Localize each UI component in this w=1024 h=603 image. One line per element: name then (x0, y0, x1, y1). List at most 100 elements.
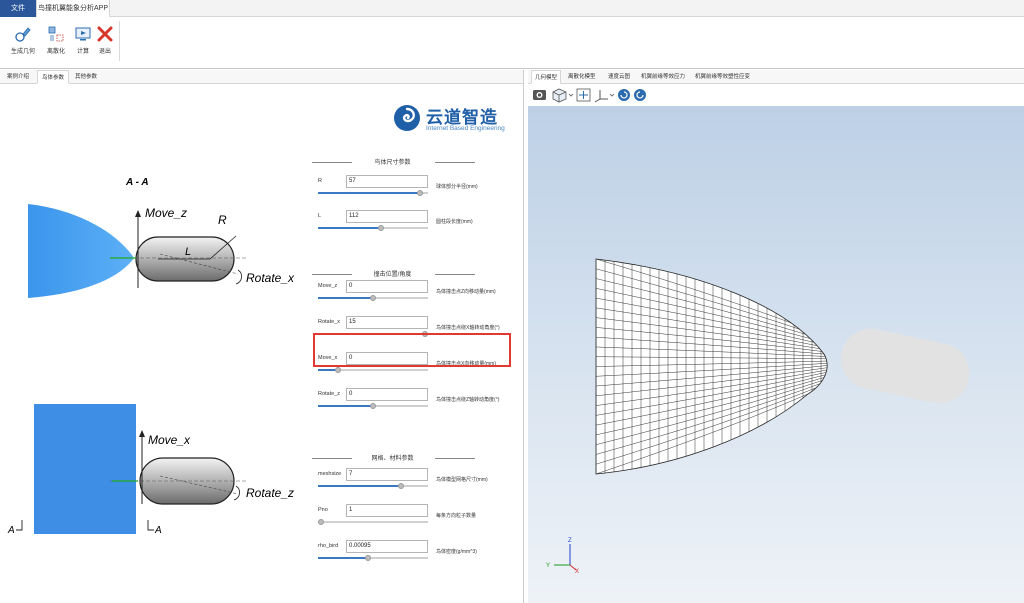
chevron-down-icon[interactable] (568, 93, 574, 97)
rotate-right-icon[interactable] (634, 89, 646, 101)
tab-discrete-model[interactable]: 离散化模型 (565, 70, 599, 84)
mesh-section-header: 网格、材料参数 (310, 453, 475, 463)
company-logo: 云道智造 Internet Based Engineering (392, 101, 522, 137)
slider-fill (318, 192, 421, 194)
param-slider[interactable] (318, 403, 428, 409)
param-input-meshsize[interactable]: 7 (346, 468, 428, 481)
param-slider[interactable] (318, 555, 428, 561)
slider-knob[interactable] (370, 403, 376, 409)
axes-orientation-icon[interactable] (594, 90, 608, 103)
camera-icon[interactable] (533, 90, 546, 100)
axis-x-label: X (575, 569, 579, 575)
slider-knob[interactable] (377, 225, 384, 231)
param-label: Rotate_x (318, 319, 341, 325)
bird-geometry-diagram: A - A Move_z L R Rotate_x Move_x Rotate_… (7, 177, 295, 536)
generate-geometry-label: 生成几何 (10, 49, 35, 55)
param-description: 圆柱段长度(mm) (436, 219, 473, 225)
rotate-z-label: Rotate_z (246, 486, 294, 500)
param-label: Rotate_z (318, 391, 341, 397)
section-a-a-label: A - A (125, 177, 149, 188)
slider-fill (318, 405, 373, 407)
move-z-label: Move_z (145, 206, 187, 220)
slider-knob[interactable] (370, 295, 376, 301)
param-label: L (318, 213, 322, 219)
tab-wing-strain[interactable]: 机翼前缘等效塑性应变 (692, 70, 753, 84)
tab-geometry[interactable]: 几何模型 (531, 70, 562, 84)
param-description: 球体部分半径(mm) (436, 184, 478, 190)
geometry-icon (15, 27, 31, 42)
generate-geometry-button[interactable]: 生成几何 (6, 21, 40, 65)
logo-subtitle: Internet Based Engineering (426, 125, 505, 132)
param-slider[interactable] (318, 519, 428, 525)
param-input-rotate-x[interactable]: 15 (346, 316, 428, 329)
param-input-rho-bird[interactable]: 0.00095 (346, 540, 428, 553)
mesh-section-title: 网格、材料参数 (371, 456, 414, 462)
cube-view-icon[interactable] (552, 88, 567, 103)
param-slider[interactable] (318, 225, 428, 231)
tab-bird-params[interactable]: 鸟体参数 (37, 70, 70, 84)
fit-view-icon[interactable] (576, 88, 591, 102)
slider-fill (318, 557, 368, 559)
radius-label: R (218, 213, 227, 227)
axis-z-label: Z (568, 538, 572, 544)
slider-knob[interactable] (397, 483, 404, 489)
slider-knob[interactable] (417, 190, 424, 196)
param-description: 鸟体密度(g/mm^3) (436, 549, 477, 555)
param-slider[interactable] (318, 483, 428, 489)
compute-icon (75, 27, 91, 41)
3d-viewport[interactable]: Z Y X (528, 106, 1024, 603)
param-slider[interactable] (318, 295, 428, 301)
ribbon-separator (119, 21, 120, 61)
slider-knob[interactable] (364, 555, 371, 561)
slider-track (318, 521, 428, 523)
menu-tab-bar: 文件 鸟撞机翼能象分析APP (0, 0, 1024, 17)
left-tab-bar: 案例介绍 鸟体参数 其他参数 (0, 70, 523, 84)
ribbon-toolbar: 生成几何 离散化 计算 退出 (0, 17, 1024, 69)
position-section-title: 撞击位置/角度 (373, 272, 412, 278)
exit-button[interactable]: 退出 (94, 21, 116, 65)
param-input-pno[interactable]: 1 (346, 504, 428, 517)
chevron-down-icon-2[interactable] (609, 93, 615, 97)
wing-plate-shape (34, 404, 136, 534)
tab-other-params[interactable]: 其他参数 (71, 70, 101, 84)
param-slider[interactable] (318, 190, 428, 196)
bird-body-3d (840, 328, 970, 404)
slider-knob[interactable] (318, 519, 324, 525)
axis-triad: Z Y X (546, 538, 579, 575)
rotate-left-icon[interactable] (618, 89, 630, 101)
param-label: Move_z (318, 283, 338, 289)
param-input-r[interactable]: 57 (346, 175, 428, 188)
slider-fill (318, 227, 381, 229)
param-input-l[interactable]: 112 (346, 210, 428, 223)
viewer-tab-bar: 几何模型 离散化模型 速度云图 机翼前缘等效应力 机翼前缘等效塑性应变 (528, 70, 1024, 84)
discretize-button[interactable]: 离散化 (42, 21, 70, 65)
section-marker-left: A (7, 525, 15, 536)
discretize-label: 离散化 (46, 49, 65, 55)
param-input-move-z[interactable]: 0 (346, 280, 428, 293)
tab-velocity-contour[interactable]: 速度云图 (605, 70, 633, 84)
swirl-logo-icon (394, 105, 420, 131)
parameter-panel: 案例介绍 鸟体参数 其他参数 云道智造 Internet Based Engin… (0, 70, 524, 603)
exit-label: 退出 (98, 49, 111, 55)
app-tab[interactable]: 鸟撞机翼能象分析APP (36, 0, 110, 17)
param-input-rotate-z[interactable]: 0 (346, 388, 428, 401)
rotate-x-highlight (313, 333, 511, 367)
param-description: 鸟体模型网格尺寸(mm) (436, 477, 488, 483)
move-x-label: Move_x (148, 433, 191, 447)
mesh-icon (48, 26, 64, 42)
param-label: R (318, 178, 322, 184)
slider-knob[interactable] (334, 367, 341, 373)
tab-wing-stress[interactable]: 机翼前缘等效应力 (638, 70, 688, 84)
axis-y-label: Y (546, 563, 550, 569)
wing-mesh (595, 258, 828, 475)
rotate-x-label: Rotate_x (246, 271, 295, 285)
compute-button[interactable]: 计算 (72, 21, 94, 65)
param-label: meshsize (318, 471, 342, 477)
param-description: 每条方向粒子数量 (436, 513, 477, 519)
param-label: rho_bird (318, 543, 339, 549)
viewer-panel: 几何模型 离散化模型 速度云图 机翼前缘等效应力 机翼前缘等效塑性应变 Z Y … (528, 70, 1024, 603)
param-slider[interactable] (318, 367, 428, 373)
exit-icon (97, 26, 113, 42)
file-tab[interactable]: 文件 (0, 0, 36, 17)
tab-case-intro[interactable]: 案例介绍 (3, 70, 33, 84)
